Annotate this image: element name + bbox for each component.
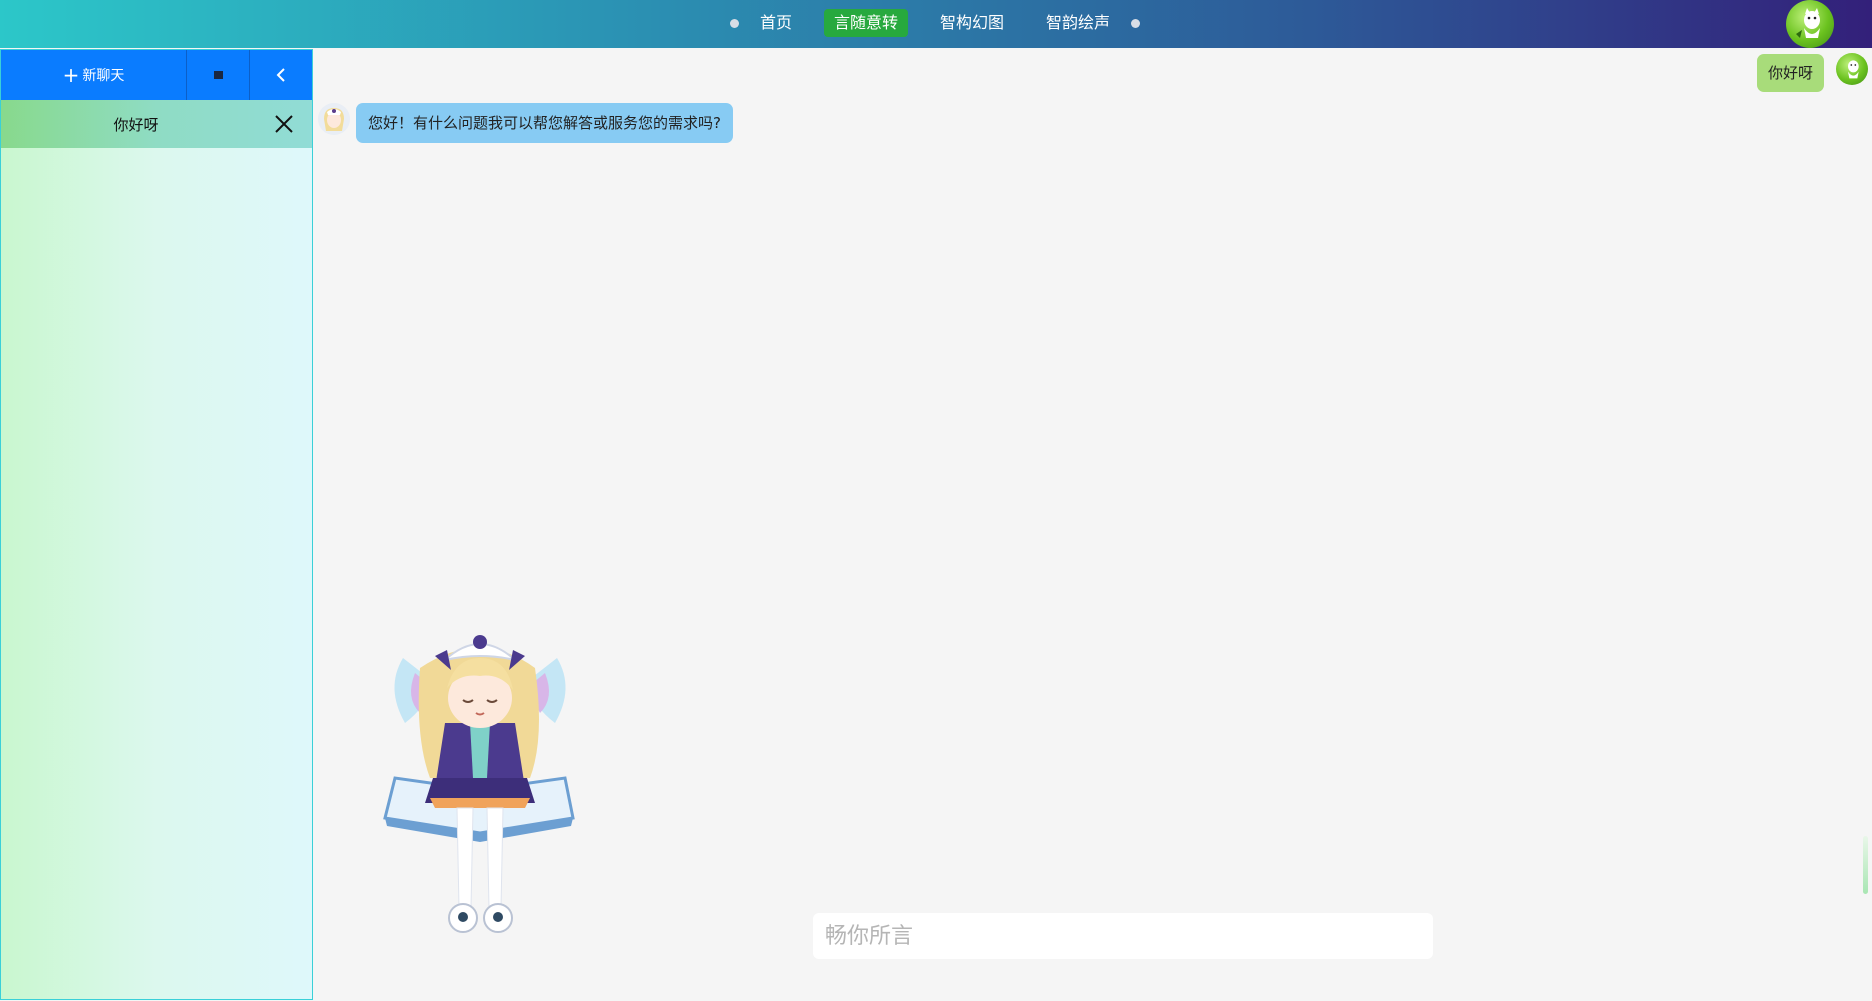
- user-avatar[interactable]: [1786, 0, 1834, 48]
- top-nav-bar: 首页 言随意转 智构幻图 智韵绘声: [0, 0, 1872, 48]
- nav-item-home[interactable]: 首页: [750, 9, 802, 37]
- mascot-character-image: [383, 635, 575, 933]
- grid-button[interactable]: [187, 50, 250, 100]
- assistant-avatar: [318, 103, 350, 135]
- close-icon[interactable]: [274, 114, 294, 134]
- conversation-title: 你好呀: [113, 115, 159, 134]
- conversation-item[interactable]: 你好呀: [1, 100, 312, 148]
- message-assistant: 您好！有什么问题我可以帮您解答或服务您的需求吗?: [318, 103, 733, 143]
- chevron-left-icon: [276, 68, 285, 82]
- new-chat-button[interactable]: + 新聊天: [1, 50, 187, 100]
- sidebar: + 新聊天 你好呀: [0, 49, 313, 1000]
- new-chat-label: 新聊天: [82, 68, 125, 84]
- nav-item-chat[interactable]: 言随意转: [824, 9, 909, 37]
- plus-icon: +: [62, 63, 80, 87]
- scrollbar-thumb[interactable]: [1863, 836, 1868, 894]
- nav-item-image[interactable]: 智构幻图: [930, 9, 1014, 37]
- message-input[interactable]: [813, 913, 1433, 959]
- sidebar-toolbar: + 新聊天: [1, 50, 312, 100]
- nav-dot-left: [730, 18, 739, 28]
- nav-dot-right: [1131, 18, 1141, 28]
- user-message-avatar: [1836, 53, 1868, 85]
- main-nav: 首页 言随意转 智构幻图 智韵绘声: [730, 9, 1141, 37]
- square-icon: [213, 71, 223, 79]
- message-user: 你好呀: [1756, 54, 1824, 92]
- assistant-message-bubble: 您好！有什么问题我可以帮您解答或服务您的需求吗?: [356, 103, 733, 143]
- collapse-sidebar-button[interactable]: [250, 50, 312, 100]
- nav-item-voice[interactable]: 智韵绘声: [1036, 9, 1120, 37]
- user-message-bubble: 你好呀: [1756, 54, 1824, 92]
